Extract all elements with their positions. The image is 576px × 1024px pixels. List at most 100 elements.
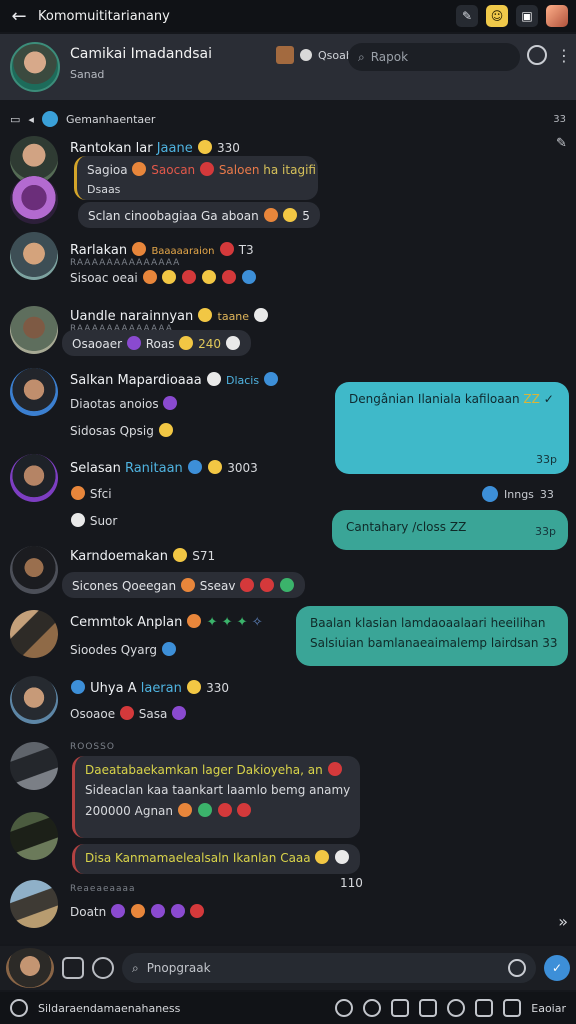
message-bubble[interactable]: Sicones Qoeegan Sseav (62, 572, 305, 598)
share-icon[interactable] (475, 999, 494, 1017)
avatar[interactable] (10, 454, 58, 502)
outgoing-mark: ZZ (523, 392, 540, 406)
emoji-icon (170, 904, 185, 918)
message: Karndoemakan S71 (70, 548, 215, 564)
edit-icon[interactable]: ✎ (556, 136, 567, 151)
message-sub: RAAAAAAAAAAAAAA (70, 258, 181, 268)
message-input[interactable]: ⌕ Pnopgraak (122, 953, 536, 983)
message-bubble[interactable]: Sclan cinoobagiaa Ga aboan 5 (78, 202, 320, 228)
channel-name[interactable]: Camikai Imadandsai (70, 46, 212, 62)
outgoing-text: Baalan klasian lamdaoaalaari heeilihan (310, 616, 546, 630)
emoji-icon (187, 460, 202, 474)
location-icon[interactable] (447, 999, 466, 1017)
message-text: Suor (89, 514, 118, 528)
verified-icon (71, 680, 85, 694)
pinned-label: Gemanhaentaer (65, 112, 156, 126)
sender-name[interactable]: Rarlakan (70, 243, 127, 258)
avatar[interactable] (10, 676, 58, 724)
emoji-icon (163, 396, 178, 410)
quote-text: Saocan (151, 163, 196, 177)
message-bubble[interactable]: Osaoaer Roas 240 (62, 330, 251, 356)
avatar[interactable] (10, 232, 58, 280)
emoji-icon (172, 706, 187, 720)
bottom-right-label[interactable]: Eaoiar (531, 1002, 566, 1015)
channel-subtitle: Sanad (70, 68, 105, 81)
pinned-bar[interactable]: ▭ ◂ Gemanhaentaer 33 (0, 106, 576, 132)
emoji-icon (283, 208, 298, 222)
outgoing-message[interactable]: Dengânian Ilaniala kafiloaan ZZ ✓ 33p (335, 382, 569, 474)
avatar[interactable] (10, 546, 58, 594)
emoji-picker-icon[interactable] (508, 959, 526, 977)
message: Rarlakan Baaaaaraion T3 RAAAAAAAAAAAAAA … (70, 242, 257, 285)
channel-header: Camikai Imadandsai Sanad Qsoab ⌕ Rapok ⋮… (0, 34, 576, 124)
menu-icon[interactable] (503, 999, 522, 1017)
emoji-icon (182, 270, 197, 284)
emoji-icon (161, 642, 176, 656)
quoted-message[interactable]: Sagioa Saocan Saloen ha itagifi Dsaas (74, 156, 318, 200)
emoji-icon (173, 548, 188, 562)
refresh-icon[interactable] (363, 999, 382, 1017)
sender-tag: Baaaaaraion (151, 246, 215, 257)
avatar[interactable] (10, 610, 58, 658)
gallery-icon[interactable] (391, 999, 410, 1017)
sender-name[interactable]: Selasan (70, 461, 121, 476)
voice-icon[interactable] (335, 999, 354, 1017)
avatar[interactable] (10, 176, 58, 224)
input-placeholder: Pnopgraak (146, 961, 211, 975)
composer-avatar[interactable] (6, 948, 54, 988)
sender-name[interactable]: Karndoemakan (70, 549, 168, 564)
sender-name[interactable]: Rantokan lar (70, 141, 153, 156)
emoji-icon[interactable]: ☺ (486, 5, 508, 27)
copyright-icon[interactable] (10, 999, 28, 1017)
pinned-badge-icon (41, 111, 58, 127)
sender-name[interactable]: Uandle narainnyan (70, 309, 193, 324)
quoted-message[interactable]: Daeatabaekamkan lager Dakioyeha, an Side… (72, 756, 360, 838)
emoji-icon (335, 850, 350, 864)
read-indicator: Inngs 33 (482, 486, 554, 502)
message-meta: 5 (302, 209, 310, 223)
outgoing-message[interactable]: Baalan klasian lamdaoaalaari heeilihan S… (296, 606, 568, 666)
tools-icon[interactable]: ✎ (456, 5, 478, 27)
avatar[interactable] (10, 368, 58, 416)
send-button[interactable]: ✓ (544, 955, 570, 981)
message-text: Osoaoe (70, 707, 116, 721)
sender-name[interactable]: Cemmtok Anplan (70, 615, 182, 630)
window-icon[interactable]: ▣ (516, 5, 538, 27)
bottom-bar: Sildaraendamaenahaness Eaoiar (0, 992, 576, 1024)
channel-avatar[interactable] (10, 42, 60, 92)
quote-text: Sagioa (87, 163, 128, 177)
sender-name[interactable]: Uhya A (90, 681, 136, 696)
outgoing-message[interactable]: Cantahary /closs ZZ 33p (332, 510, 568, 550)
sender-name[interactable]: Salkan Mapardioaaa (70, 373, 202, 388)
message-meta: 240 (198, 337, 222, 351)
avatar[interactable] (10, 812, 58, 860)
avatar[interactable] (10, 306, 58, 354)
avatar[interactable] (10, 880, 58, 928)
message-text: Sioodes Qyarg (70, 643, 157, 657)
quote-text: Daeatabaekamkan lager Dakioyeha, an (85, 763, 323, 777)
emoji-icon (179, 336, 194, 350)
scroll-down-icon[interactable]: » (558, 912, 568, 931)
quote-text: Dsaas (87, 183, 121, 196)
more-menu-icon[interactable]: ⋮ (556, 46, 572, 65)
sticker-icon[interactable] (92, 957, 114, 979)
avatar[interactable] (10, 742, 58, 790)
attach-icon[interactable] (62, 957, 84, 979)
mini-dot-icon (300, 49, 312, 61)
message-time: 33p (535, 525, 556, 538)
message-meta: 3003 (227, 461, 258, 475)
info-icon[interactable] (527, 45, 547, 65)
outgoing-text: Dengânian Ilaniala kafiloaan (349, 392, 520, 406)
camera-icon[interactable] (419, 999, 438, 1017)
quote-text: Sideaclan kaa taankart laamlo bemg anamy (85, 783, 351, 797)
back-arrow-icon[interactable]: ← (8, 6, 30, 27)
message-text: Sisoac oeai (70, 271, 138, 285)
mini-badge[interactable]: Qsoab (276, 46, 353, 64)
search-input[interactable]: ⌕ Rapok (348, 43, 520, 71)
mini-thumbnail (276, 46, 294, 64)
read-text: Inngs (504, 487, 534, 501)
quoted-message[interactable]: Disa Kanmamaelealsaln Ikanlan Caaa (72, 844, 361, 874)
emoji-icon (279, 578, 294, 592)
user-avatar[interactable] (546, 5, 568, 27)
emoji-icon (150, 904, 165, 918)
